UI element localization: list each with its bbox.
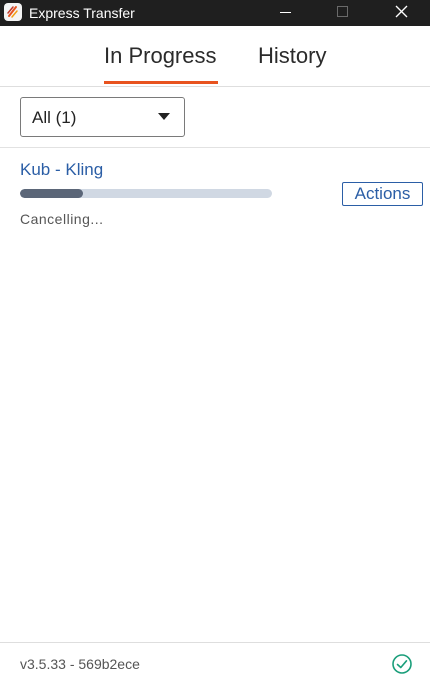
caret-down-icon [158,113,170,120]
tab-history[interactable]: History [258,42,326,70]
tab-bar: In Progress History [0,26,430,87]
minimize-button[interactable] [257,0,315,26]
close-button[interactable] [372,0,430,26]
minimize-icon [280,12,291,13]
active-tab-indicator [104,81,218,84]
footer: v3.5.33 - 569b2ece [0,642,430,681]
filter-selected-value: All (1) [32,108,77,127]
transfer-status-text: Cancelling... [20,211,104,227]
maximize-icon [337,6,348,17]
title-bar[interactable]: Express Transfer [0,0,430,26]
app-window: Express Transfer In Progress History All… [0,0,430,681]
window-title: Express Transfer [29,5,135,21]
maximize-button[interactable] [314,0,372,26]
check-circle-icon[interactable] [391,653,413,675]
actions-button[interactable]: Actions [342,182,423,206]
transfer-filter-select[interactable]: All (1) [20,97,185,137]
progress-bar-fill [20,189,83,198]
tab-in-progress[interactable]: In Progress [104,42,217,70]
version-label: v3.5.33 - 569b2ece [20,656,140,672]
transfer-name-link[interactable]: Kub - Kling [20,160,103,180]
close-icon [395,5,408,18]
express-transfer-logo-icon [4,3,22,21]
transfer-item: Kub - Kling Cancelling... Actions [0,148,430,238]
transfer-progress-bar [20,189,272,198]
